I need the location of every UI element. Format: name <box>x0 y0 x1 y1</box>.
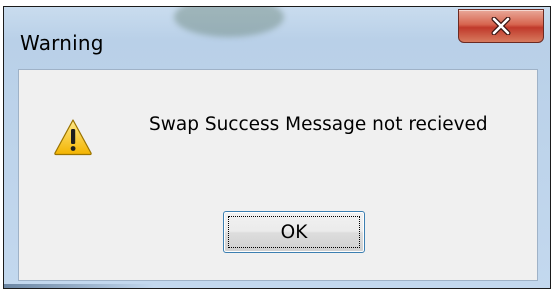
warning-triangle-icon <box>54 119 92 156</box>
window-title: Warning <box>20 31 104 55</box>
ok-button[interactable]: OK <box>223 211 365 253</box>
dialog-window: Warning Swap Success Message not recieve… <box>3 6 551 289</box>
close-button[interactable] <box>458 9 544 43</box>
ok-button-label: OK <box>280 221 308 243</box>
titlebar[interactable]: Warning <box>4 7 550 69</box>
dialog-content: Swap Success Message not recieved OK <box>18 69 538 281</box>
close-icon <box>491 17 511 35</box>
dialog-message: Swap Success Message not recieved <box>149 114 488 135</box>
frame-edge-decoration <box>4 284 154 288</box>
